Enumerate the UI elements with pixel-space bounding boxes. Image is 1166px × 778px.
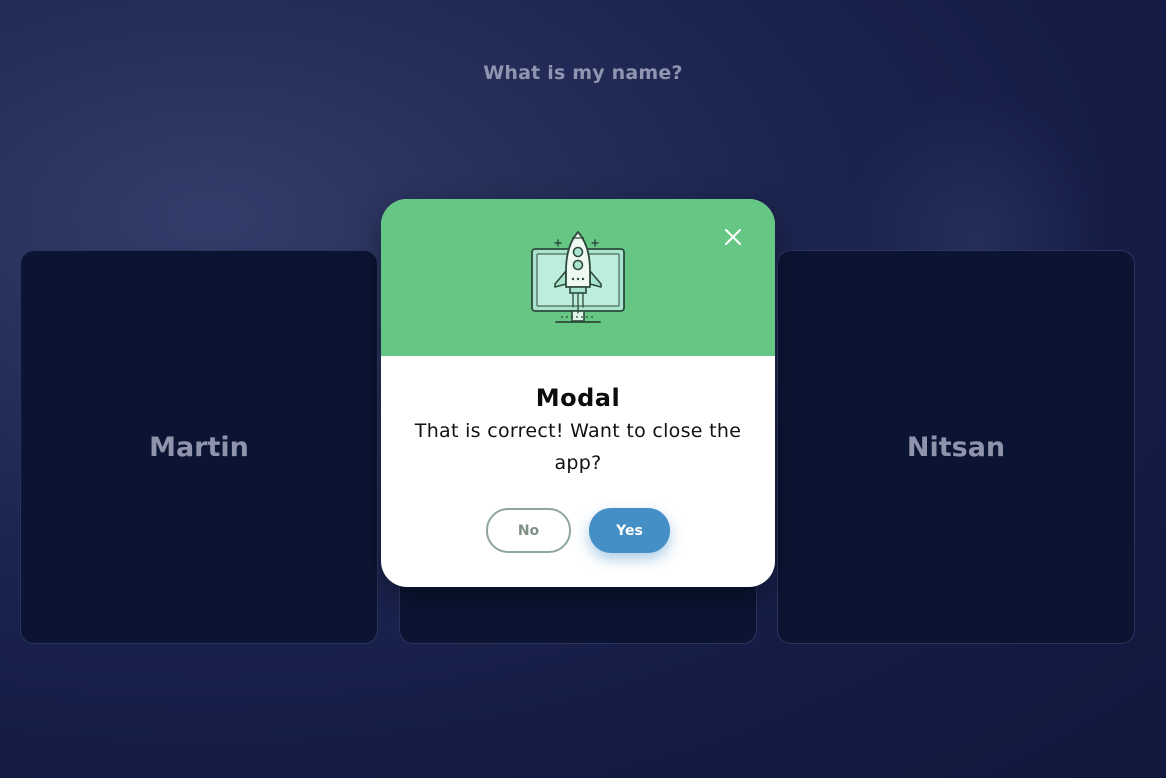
answer-card-label: Nitsan (906, 431, 1006, 463)
no-button[interactable]: No (486, 508, 571, 553)
rocket-launch-monitor-icon (528, 229, 628, 329)
modal-message: That is correct! Want to close the app? (414, 420, 742, 474)
modal-body: Modal That is correct! Want to close the… (381, 356, 775, 479)
modal-dialog: Modal That is correct! Want to close the… (381, 199, 775, 587)
answer-card-nitsan[interactable]: Nitsan (777, 250, 1135, 644)
modal-title: Modal (535, 384, 621, 412)
answer-card-martin[interactable]: Martin (20, 250, 378, 644)
answer-card-label: Martin (149, 431, 249, 463)
question-heading: What is my name? (483, 62, 683, 84)
yes-button[interactable]: Yes (589, 508, 670, 553)
modal-header (381, 199, 775, 356)
close-icon[interactable] (723, 227, 743, 247)
modal-actions: No Yes (381, 508, 775, 554)
